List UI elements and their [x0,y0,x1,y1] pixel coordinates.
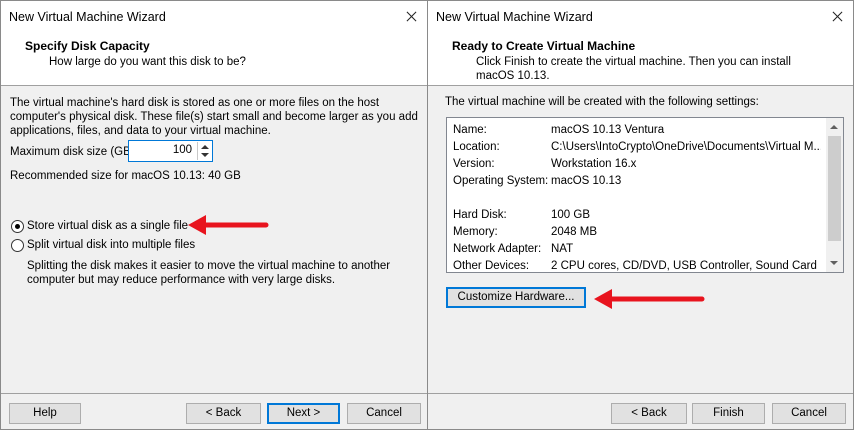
setting-value: 2 CPU cores, CD/DVD, USB Controller, Sou… [551,260,817,272]
vertical-scrollbar[interactable] [826,118,843,272]
setting-value: Workstation 16.x [551,158,637,170]
setting-label: Network Adapter: [453,243,542,255]
settings-intro: The virtual machine will be created with… [445,96,759,108]
max-disk-size-value: 100 [172,144,192,156]
help-button[interactable]: Help [9,403,81,424]
window-title: New Virtual Machine Wizard [9,10,166,24]
wizard-header: Specify Disk Capacity How large do you w… [1,32,427,86]
wizard-header: Ready to Create Virtual Machine Click Fi… [428,32,853,86]
setting-value: C:\Users\IntoCrypto\OneDrive\Documents\V… [551,141,821,153]
setting-value: macOS 10.13 Ventura [551,124,665,136]
setting-label: Hard Disk: [453,209,507,221]
recommended-size: Recommended size for macOS 10.13: 40 GB [10,170,241,182]
close-icon[interactable] [395,1,427,32]
footer-divider [428,393,853,394]
page-title: Ready to Create Virtual Machine [452,39,636,53]
decrement-arrow-icon[interactable] [201,153,209,157]
setting-label: Location: [453,141,500,153]
increment-arrow-icon[interactable] [201,145,209,149]
max-disk-size-stepper[interactable]: 100 [128,140,213,162]
page-subtitle: How large do you want this disk to be? [49,56,246,68]
title-bar: New Virtual Machine Wizard [428,1,853,32]
setting-value: NAT [551,243,574,255]
setting-label: Name: [453,124,487,136]
page-title: Specify Disk Capacity [25,39,150,53]
setting-label: Version: [453,158,495,170]
back-button[interactable]: < Back [186,403,261,424]
title-bar: New Virtual Machine Wizard [1,1,427,32]
cancel-button[interactable]: Cancel [772,403,846,424]
settings-summary-list[interactable]: Name: macOS 10.13 Ventura Location: C:\U… [446,117,844,273]
setting-label: Operating System: [453,175,549,187]
finish-button[interactable]: Finish [692,403,765,424]
setting-label: Memory: [453,226,498,238]
page-subtitle: Click Finish to create the virtual machi… [476,56,791,82]
single-file-label[interactable]: Store virtual disk as a single file [27,219,188,233]
setting-value: 100 GB [551,209,590,221]
cancel-button[interactable]: Cancel [347,403,421,424]
split-note: Splitting the disk makes it easier to mo… [27,260,391,286]
split-files-radio[interactable] [11,239,24,252]
scroll-down-icon[interactable] [830,261,838,265]
close-icon[interactable] [821,1,853,32]
stepper-arrows[interactable] [197,142,211,160]
setting-value: 2048 MB [551,226,598,238]
back-button[interactable]: < Back [611,403,687,424]
disk-description: The virtual machine's hard disk is store… [10,97,418,137]
max-disk-label: Maximum disk size (GB): [10,146,138,158]
next-button[interactable]: Next > [267,403,340,424]
split-files-label[interactable]: Split virtual disk into multiple files [27,238,195,252]
customize-hardware-button[interactable]: Customize Hardware... [446,287,586,308]
annotation-arrow-icon [188,215,269,235]
single-file-radio[interactable] [11,220,24,233]
scroll-up-icon[interactable] [830,125,838,129]
annotation-arrow-icon [594,289,705,309]
setting-value: macOS 10.13 [551,175,622,187]
footer-divider [1,393,427,394]
window-title: New Virtual Machine Wizard [436,10,593,24]
scroll-thumb[interactable] [828,136,841,241]
setting-label: Other Devices: [453,260,530,272]
